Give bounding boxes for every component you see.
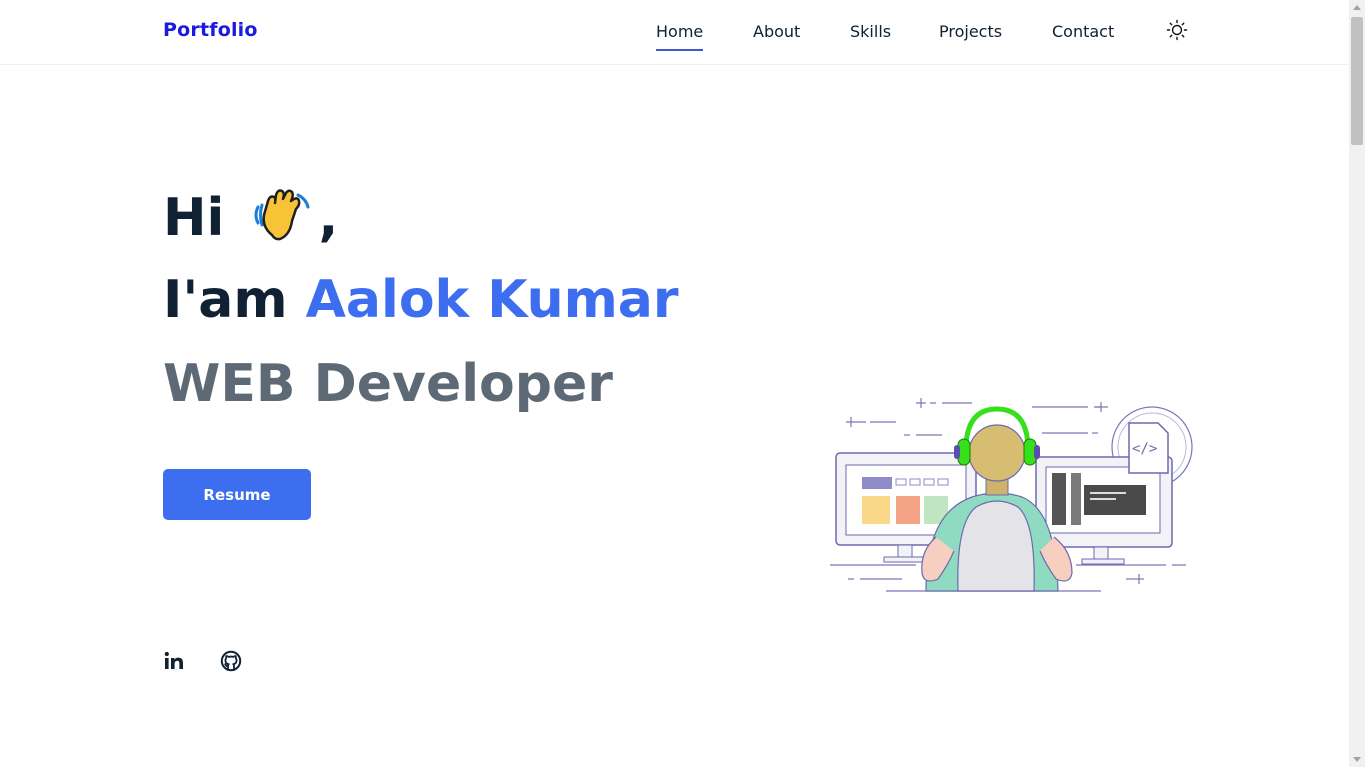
nav-skills[interactable]: Skills	[850, 22, 891, 49]
sun-icon	[1166, 19, 1188, 41]
resume-button[interactable]: Resume	[163, 469, 311, 520]
linkedin-icon	[164, 651, 183, 669]
waving-hand-icon	[250, 185, 314, 249]
portfolio-page: Portfolio Home About Skills Projects Con…	[0, 0, 1349, 767]
nav-home[interactable]: Home	[656, 22, 704, 51]
hero-greeting: Hi ,	[163, 185, 338, 249]
scroll-up-arrow[interactable]	[1353, 5, 1361, 10]
site-header: Portfolio Home About Skills Projects Con…	[0, 0, 1349, 65]
hero-name: Aalok Kumar	[305, 270, 679, 330]
github-icon	[220, 650, 242, 672]
theme-toggle-button[interactable]	[1166, 19, 1188, 41]
linkedin-link[interactable]	[163, 650, 185, 672]
nav-about[interactable]: About	[753, 22, 800, 49]
hero-role: WEB Developer	[163, 354, 613, 414]
intro-prefix: I'am	[163, 270, 306, 330]
github-link[interactable]	[220, 650, 242, 672]
scrollbar-thumb[interactable]	[1351, 17, 1363, 145]
greeting-text: Hi	[163, 188, 225, 248]
nav-contact[interactable]: Contact	[1052, 22, 1114, 49]
main-nav: Home About Skills Projects Contact	[0, 22, 1349, 62]
developer-illustration: </>	[826, 395, 1196, 595]
greeting-suffix: ,	[318, 188, 339, 248]
svg-text:</>: </>	[1132, 441, 1157, 457]
hero-intro: I'am Aalok Kumar	[163, 270, 679, 330]
nav-projects[interactable]: Projects	[939, 22, 1002, 49]
scroll-down-arrow[interactable]	[1353, 757, 1361, 762]
